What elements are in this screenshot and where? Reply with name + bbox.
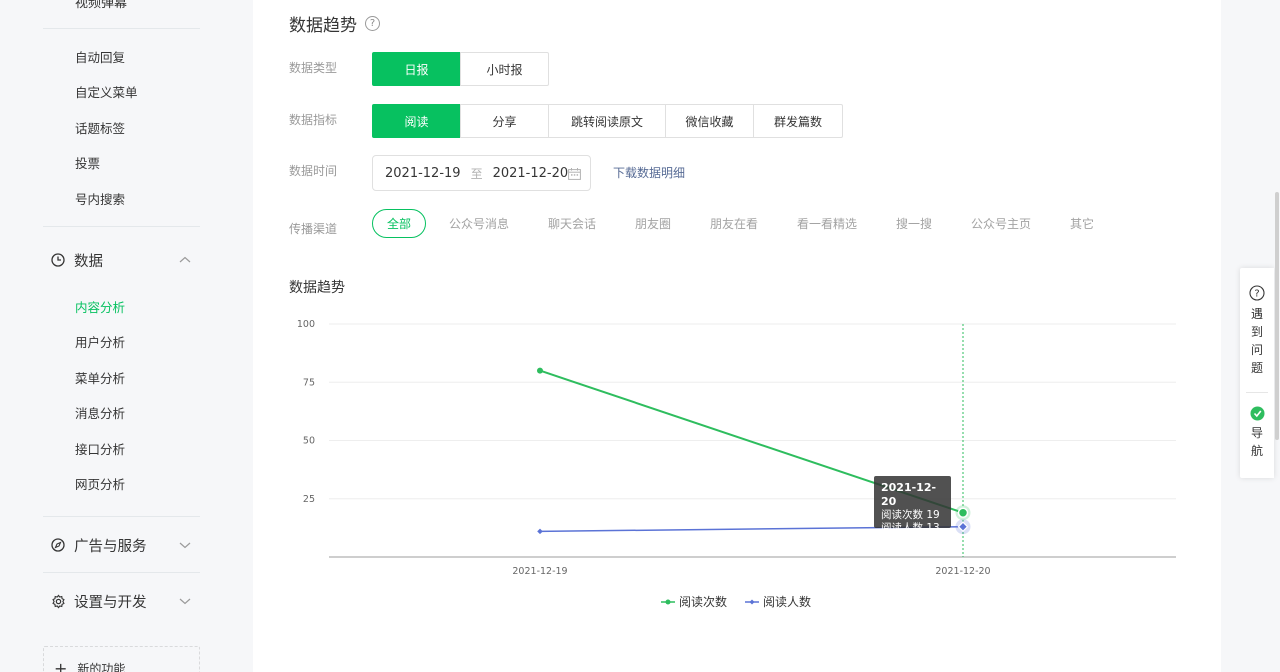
btn-metric-favorite[interactable]: 微信收藏 [665,104,754,138]
sidebar-item-message-analysis[interactable]: 消息分析 [75,403,125,422]
help-icon[interactable]: ? [365,16,380,31]
right-float-panel: ? 遇到问题 导航 [1240,268,1274,478]
sidebar-group-data[interactable]: 数据 [50,248,200,272]
sidebar-item-search[interactable]: 号内搜索 [75,189,125,208]
sidebar-item-video-danmaku[interactable]: 视频弹幕 [75,0,127,11]
chevron-down-icon [178,537,192,551]
nav-icon [1250,406,1264,421]
btn-daily[interactable]: 日报 [372,52,461,86]
sidebar-group-ads[interactable]: 广告与服务 [50,533,200,557]
label-data-metric: 数据指标 [289,113,338,127]
compass-icon [50,537,66,553]
nav-label: 导航 [1250,426,1263,458]
date-from: 2021-12-19 [385,165,461,181]
x-tick-label: 2021-12-20 [935,566,990,577]
channel-all[interactable]: 全部 [372,209,426,238]
divider [43,226,200,227]
btn-metric-share[interactable]: 分享 [460,104,549,138]
scrollbar[interactable] [1275,192,1279,440]
y-tick-label: 100 [297,319,315,330]
btn-metric-jump-original[interactable]: 跳转阅读原文 [548,104,666,138]
nav-button[interactable]: 导航 [1240,406,1274,460]
y-tick-label: 25 [303,494,315,505]
help-label: 遇到问题 [1250,307,1263,375]
channel-top-stories[interactable]: 看一看精选 [797,209,857,238]
channel-profile-page[interactable]: 公众号主页 [971,209,1031,238]
chevron-up-icon [178,252,192,266]
sidebar-group-settings[interactable]: 设置与开发 [50,589,200,613]
legend-label: 阅读次数 [679,595,728,609]
gear-icon [50,593,66,609]
question-icon: ? [1249,285,1265,301]
sidebar-item-user-analysis[interactable]: 用户分析 [75,332,125,351]
clock-icon [50,252,66,268]
main-panel: 数据趋势 ? 数据类型 日报 小时报 数据指标 阅读 分享 跳转阅读原文 微信收… [253,0,1221,672]
sidebar-item-menu-analysis[interactable]: 菜单分析 [75,368,125,387]
new-function-button[interactable]: + 新的功能 [43,646,200,672]
sidebar-item-content-analysis[interactable]: 内容分析 [75,297,125,316]
tooltip-date: 2021-12-20 [881,481,937,508]
divider [43,28,200,29]
y-tick-label: 50 [303,436,315,447]
legend-label: 阅读人数 [763,595,812,609]
data-point [537,367,543,374]
date-separator: 至 [470,166,483,181]
sidebar-group-label: 广告与服务 [74,538,147,555]
btn-metric-read[interactable]: 阅读 [372,104,461,138]
help-button[interactable]: ? 遇到问题 [1240,285,1274,377]
btn-hourly[interactable]: 小时报 [460,52,549,86]
chart-tooltip: 2021-12-20 阅读次数 19 阅读人数 13 [874,476,951,534]
btn-metric-mass-send[interactable]: 群发篇数 [753,104,843,138]
channel-friends-watching[interactable]: 朋友在看 [710,209,758,238]
data-point [957,507,969,518]
plus-icon: + [54,659,68,672]
channel-other[interactable]: 其它 [1070,209,1094,238]
divider [43,572,200,573]
page-title: 数据趋势 ? [289,11,380,36]
legend-item-read-count[interactable]: 阅读次数 [661,593,727,610]
data-metric-toggle: 阅读 分享 跳转阅读原文 微信收藏 群发篇数 [372,104,843,138]
sidebar-item-webpage-analysis[interactable]: 网页分析 [75,474,125,493]
sidebar-item-api-analysis[interactable]: 接口分析 [75,439,125,458]
data-type-toggle: 日报 小时报 [372,52,549,86]
channel-search[interactable]: 搜一搜 [896,209,932,238]
sidebar-item-auto-reply[interactable]: 自动回复 [75,47,125,66]
legend-marker-icon [661,599,675,604]
sidebar-group-label: 设置与开发 [74,594,147,611]
chevron-down-icon [178,593,192,607]
y-tick-label: 75 [303,377,315,388]
x-tick-label: 2021-12-19 [512,566,567,577]
channel-official-message[interactable]: 公众号消息 [449,209,509,238]
sidebar-item-custom-menu[interactable]: 自定义菜单 [75,82,138,101]
chart-section-title: 数据趋势 [289,280,345,296]
channel-chat[interactable]: 聊天会话 [548,209,596,238]
channel-moments[interactable]: 朋友圈 [635,209,671,238]
tooltip-line: 阅读次数 19 [881,509,940,521]
trend-chart: 25 50 75 100 2021-12-19 2021-12-20 [297,319,1176,577]
sidebar-item-vote[interactable]: 投票 [75,153,100,172]
date-to: 2021-12-20 [492,165,569,181]
legend-marker-icon [745,599,760,604]
calendar-icon [568,168,581,184]
sidebar-item-topic-tags[interactable]: 话题标签 [75,118,125,137]
page-title-text: 数据趋势 [289,16,357,36]
divider [1246,392,1268,393]
data-point [537,528,543,535]
new-function-label: 新的功能 [77,662,126,672]
tooltip-line: 阅读人数 13 [881,522,940,534]
date-range-picker[interactable]: 2021-12-19 至 2021-12-20 [372,155,591,191]
divider [43,516,200,517]
label-data-time: 数据时间 [289,164,338,178]
legend-item-read-users[interactable]: 阅读人数 [745,593,811,610]
label-data-type: 数据类型 [289,61,338,75]
download-details-link[interactable]: 下载数据明细 [613,164,685,181]
chart-legend: 阅读次数 阅读人数 [661,593,829,610]
sidebar: 视频弹幕 自动回复 自定义菜单 话题标签 投票 号内搜索 数据 内容分析 用户分… [0,0,252,672]
svg-text:?: ? [1254,289,1259,300]
label-channel: 传播渠道 [289,222,338,236]
sidebar-group-label: 数据 [74,253,103,270]
